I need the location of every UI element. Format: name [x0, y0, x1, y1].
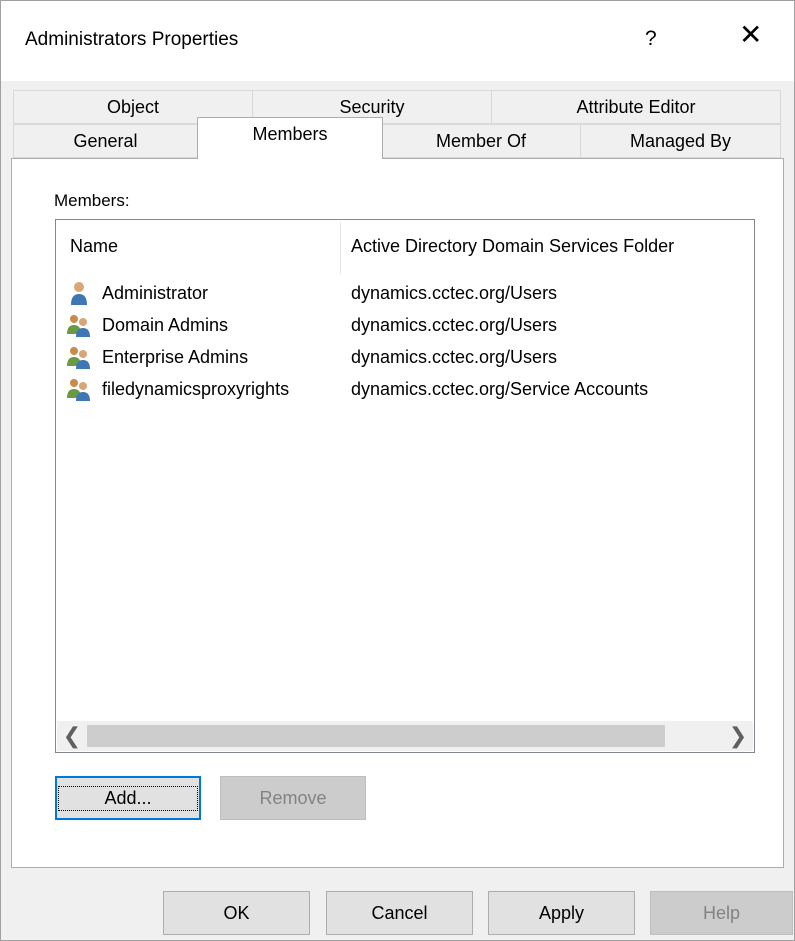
tab-member-of[interactable]: Member Of	[381, 124, 581, 158]
add-button[interactable]: Add...	[55, 776, 201, 820]
column-header-name[interactable]: Name	[70, 236, 118, 257]
list-item[interactable]: Domain Admins dynamics.cctec.org/Users	[56, 312, 754, 344]
member-folder: dynamics.cctec.org/Users	[351, 347, 558, 367]
list-item[interactable]: filedynamicsproxyrights dynamics.cctec.o…	[56, 376, 754, 408]
close-button[interactable]: ✕	[739, 21, 762, 49]
list-item[interactable]: Enterprise Admins dynamics.cctec.org/Use…	[56, 344, 754, 376]
help-footer-button[interactable]: Help	[650, 891, 793, 935]
horizontal-scrollbar[interactable]: ❮ ❯	[57, 721, 753, 751]
apply-button[interactable]: Apply	[488, 891, 635, 935]
member-name: Enterprise Admins	[102, 347, 249, 367]
member-folder: dynamics.cctec.org/Service Accounts	[351, 379, 649, 399]
member-name: filedynamicsproxyrights	[102, 379, 290, 399]
members-list[interactable]: Name Active Directory Domain Services Fo…	[55, 219, 755, 753]
members-label: Members:	[54, 191, 130, 210]
list-item[interactable]: Administrator dynamics.cctec.org/Users	[56, 280, 754, 312]
cancel-button[interactable]: Cancel	[326, 891, 473, 935]
column-divider[interactable]	[340, 222, 341, 274]
add-button-label: Add...	[58, 785, 198, 811]
column-header-folder[interactable]: Active Directory Domain Services Folder	[351, 236, 674, 257]
tab-managed-by[interactable]: Managed By	[580, 124, 781, 158]
member-name: Domain Admins	[102, 315, 229, 335]
dialog-title: Administrators Properties	[25, 29, 239, 50]
member-folder: dynamics.cctec.org/Users	[351, 283, 558, 303]
properties-dialog: Administrators Properties ? ✕ Object Sec…	[0, 0, 795, 941]
scroll-right-button[interactable]: ❯	[723, 721, 753, 751]
user-icon	[71, 282, 87, 305]
tab-general[interactable]: General	[13, 124, 198, 158]
member-name: Administrator	[102, 283, 209, 303]
member-folder: dynamics.cctec.org/Users	[351, 315, 558, 335]
title-bar: Administrators Properties ? ✕	[1, 1, 794, 81]
scroll-thumb[interactable]	[87, 725, 665, 747]
tab-members[interactable]: Members	[197, 117, 383, 159]
group-icon	[67, 379, 90, 401]
help-button[interactable]: ?	[645, 27, 657, 51]
group-icon	[67, 347, 90, 369]
ok-button[interactable]: OK	[163, 891, 310, 935]
scroll-left-button[interactable]: ❮	[57, 721, 87, 751]
group-icon	[67, 315, 90, 337]
tab-attribute-editor[interactable]: Attribute Editor	[491, 90, 781, 124]
remove-button[interactable]: Remove	[220, 776, 366, 820]
